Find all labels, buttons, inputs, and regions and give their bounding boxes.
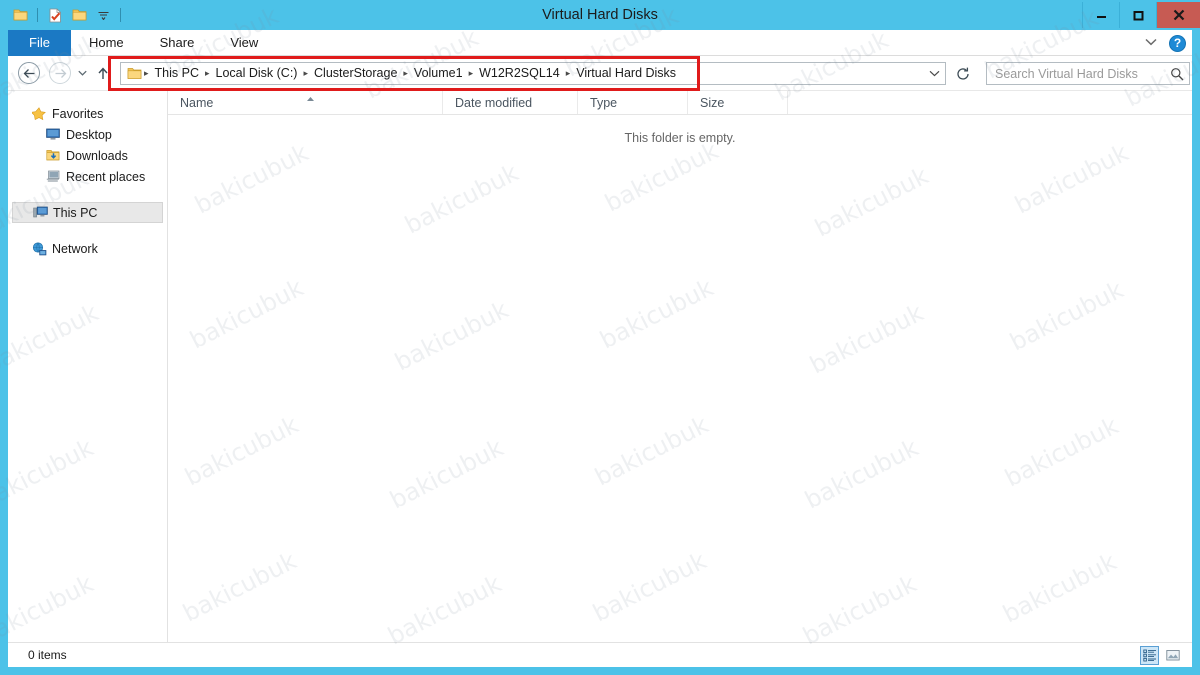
large-icons-view-button[interactable] xyxy=(1163,646,1182,665)
minimize-button[interactable] xyxy=(1082,2,1119,28)
item-count-label: 0 items xyxy=(28,648,67,662)
navigation-pane: Favorites Desktop Downloads Recent place… xyxy=(8,91,168,643)
sidebar-label-desktop: Desktop xyxy=(66,127,112,142)
up-button[interactable] xyxy=(94,62,112,84)
window-controls xyxy=(1082,2,1200,28)
address-folder-icon xyxy=(121,67,143,80)
sort-ascending-icon xyxy=(306,87,315,111)
details-view-button[interactable] xyxy=(1140,646,1159,665)
column-headers: Name Date modified Type Size xyxy=(168,91,1192,115)
breadcrumb-item-this-pc[interactable]: This PC xyxy=(150,63,204,84)
ribbon-tabs: File Home Share View xyxy=(8,30,1192,56)
chevron-down-icon[interactable] xyxy=(1141,37,1161,49)
ribbon-right-controls: ? xyxy=(1141,30,1186,56)
content-area: Favorites Desktop Downloads Recent place… xyxy=(8,90,1192,643)
desktop-icon xyxy=(46,128,66,141)
sidebar-item-favorites[interactable]: Favorites xyxy=(8,103,167,124)
sidebar-label-recent-places: Recent places xyxy=(66,169,146,184)
tab-file[interactable]: File xyxy=(8,30,71,56)
file-list-pane[interactable]: Name Date modified Type Size This folder… xyxy=(168,91,1192,643)
breadcrumb-item-volume1[interactable]: Volume1 xyxy=(409,63,468,84)
forward-button[interactable] xyxy=(49,62,71,84)
recent-places-icon xyxy=(46,170,66,183)
sidebar-item-network[interactable]: Network xyxy=(8,238,167,259)
sidebar-label-this-pc: This PC xyxy=(53,205,98,220)
explorer-window: Virtual Hard Disks File Home Share View … xyxy=(0,0,1200,675)
tab-share[interactable]: Share xyxy=(142,30,213,56)
recent-locations-button[interactable] xyxy=(74,62,90,84)
column-header-type[interactable]: Type xyxy=(578,91,688,114)
breadcrumb-item-w12r2sql14[interactable]: W12R2SQL14 xyxy=(474,63,565,84)
back-button[interactable] xyxy=(18,62,40,84)
help-icon[interactable]: ? xyxy=(1169,34,1186,52)
sidebar-item-this-pc[interactable]: This PC xyxy=(12,202,163,223)
breadcrumb-item-virtual-hard-disks[interactable]: Virtual Hard Disks xyxy=(571,63,681,84)
column-header-date-modified[interactable]: Date modified xyxy=(443,91,578,114)
search-placeholder: Search Virtual Hard Disks xyxy=(995,66,1138,81)
breadcrumb-item-clusterstorage[interactable]: ClusterStorage xyxy=(309,63,402,84)
breadcrumb: ▸ This PC ▸ Local Disk (C:) ▸ ClusterSto… xyxy=(143,63,681,84)
maximize-button[interactable] xyxy=(1119,2,1156,28)
column-header-name[interactable]: Name xyxy=(168,91,443,114)
title-bar: Virtual Hard Disks xyxy=(0,0,1200,30)
sidebar-item-downloads[interactable]: Downloads xyxy=(8,145,167,166)
refresh-button[interactable] xyxy=(952,62,974,85)
sidebar-label-favorites: Favorites xyxy=(52,106,104,121)
column-header-name-label: Name xyxy=(180,96,214,110)
downloads-icon xyxy=(46,149,66,162)
this-pc-icon xyxy=(33,206,53,219)
sidebar-label-network: Network xyxy=(52,241,98,256)
address-bar[interactable]: ▸ This PC ▸ Local Disk (C:) ▸ ClusterSto… xyxy=(120,62,946,85)
window-title: Virtual Hard Disks xyxy=(542,7,658,23)
empty-folder-message: This folder is empty. xyxy=(624,131,736,145)
tab-home[interactable]: Home xyxy=(71,30,142,56)
tab-view[interactable]: View xyxy=(212,30,276,56)
status-bar: 0 items xyxy=(8,642,1192,667)
column-header-size[interactable]: Size xyxy=(688,91,788,114)
sidebar-item-recent-places[interactable]: Recent places xyxy=(8,166,167,187)
breadcrumb-item-local-disk[interactable]: Local Disk (C:) xyxy=(211,63,303,84)
address-dropdown-icon[interactable] xyxy=(923,63,945,84)
network-icon xyxy=(32,241,52,256)
ribbon-tab-strip: File Home Share View ? xyxy=(8,30,1192,56)
star-icon xyxy=(32,106,52,121)
search-input[interactable]: Search Virtual Hard Disks xyxy=(986,62,1190,85)
view-toggle-group xyxy=(1140,646,1182,665)
search-icon[interactable] xyxy=(1165,67,1189,81)
close-button[interactable] xyxy=(1156,2,1200,28)
sidebar-item-desktop[interactable]: Desktop xyxy=(8,124,167,145)
navigation-bar: ▸ This PC ▸ Local Disk (C:) ▸ ClusterSto… xyxy=(8,56,1192,90)
sidebar-label-downloads: Downloads xyxy=(66,148,128,163)
